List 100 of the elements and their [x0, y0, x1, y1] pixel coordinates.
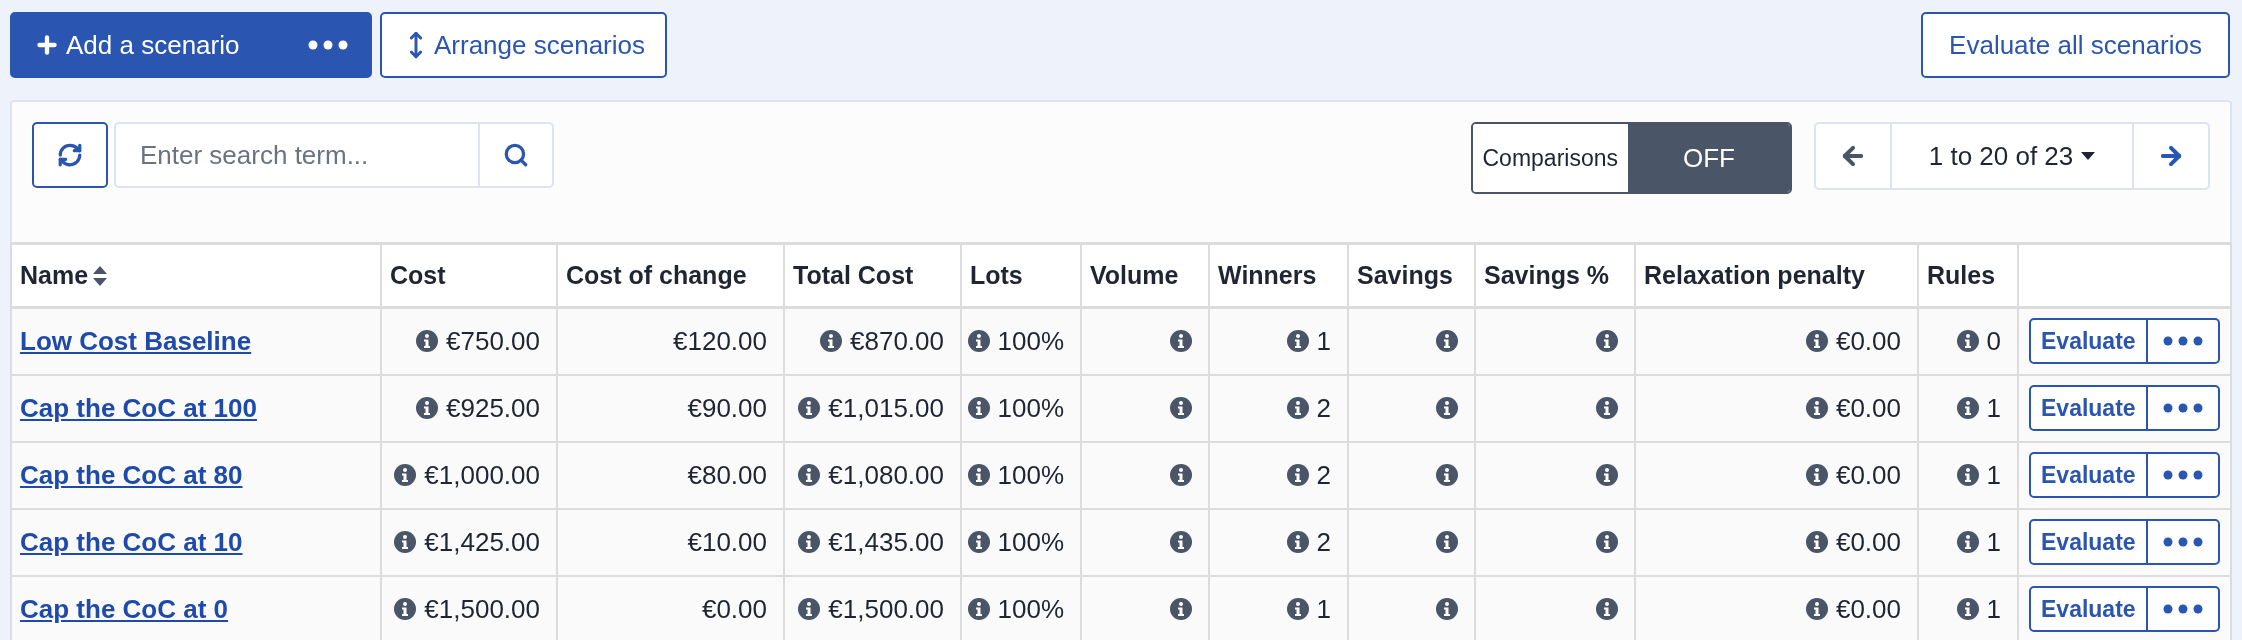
cell-value: €0.00 [701, 592, 767, 626]
info-icon[interactable] [1286, 531, 1309, 553]
more-dots-icon [2162, 537, 2203, 547]
info-icon[interactable] [1805, 330, 1828, 353]
info-icon[interactable] [1436, 598, 1458, 620]
cell-value: €0.00 [1835, 592, 1901, 626]
cell-value: €0.00 [1835, 458, 1901, 492]
search-button[interactable] [480, 122, 554, 188]
scenario-name-link[interactable]: Cap the CoC at 0 [20, 593, 229, 624]
info-icon[interactable] [967, 330, 990, 353]
cell-value: €870.00 [850, 324, 944, 358]
column-header: Cost of change [557, 243, 784, 308]
more-dots-icon [308, 40, 348, 50]
cell-value: 100% [997, 525, 1064, 559]
info-icon[interactable] [1286, 330, 1309, 353]
comparisons-state: OFF [1628, 124, 1790, 192]
info-icon[interactable] [1596, 598, 1618, 620]
cell-value: 100% [997, 458, 1064, 492]
info-icon[interactable] [1286, 464, 1309, 486]
search-icon [503, 142, 529, 168]
info-icon[interactable] [1596, 464, 1618, 486]
cell-value: €1,015.00 [828, 391, 944, 425]
info-icon[interactable] [967, 598, 990, 620]
info-icon[interactable] [1956, 464, 1979, 486]
comparisons-toggle[interactable]: Comparisons OFF [1470, 122, 1792, 194]
cell-value: 0 [1986, 324, 2001, 358]
info-icon[interactable] [1805, 598, 1828, 620]
cell-value: €750.00 [446, 324, 540, 358]
cell-value: €1,080.00 [828, 458, 944, 492]
info-icon[interactable] [1805, 531, 1828, 553]
cell-value: 100% [997, 592, 1064, 626]
info-icon[interactable] [1170, 464, 1192, 486]
column-header: Relaxation penalty [1635, 243, 1918, 308]
info-icon[interactable] [1286, 598, 1309, 620]
info-icon[interactable] [394, 531, 417, 553]
arrange-scenarios-button[interactable]: Arrange scenarios [380, 12, 667, 78]
scenario-name-link[interactable]: Cap the CoC at 100 [20, 392, 257, 423]
info-icon[interactable] [1436, 397, 1458, 419]
info-icon[interactable] [1596, 397, 1618, 419]
sort-icon[interactable] [92, 264, 109, 287]
cell-value: €1,425.00 [424, 525, 540, 559]
search-field[interactable]: Enter search term... [114, 122, 480, 188]
info-icon[interactable] [820, 330, 842, 353]
info-icon[interactable] [394, 464, 417, 486]
cell-value: €1,000.00 [424, 458, 540, 492]
info-icon[interactable] [1170, 397, 1192, 419]
info-icon[interactable] [967, 531, 990, 553]
more-dots-icon [2162, 604, 2203, 614]
scenario-name-link[interactable]: Cap the CoC at 10 [20, 526, 243, 557]
cell-value: €0.00 [1835, 391, 1901, 425]
info-icon[interactable] [798, 531, 821, 553]
refresh-button[interactable] [32, 122, 108, 188]
info-icon[interactable] [1436, 464, 1458, 486]
info-icon[interactable] [416, 397, 438, 419]
cell-value: €1,435.00 [828, 525, 944, 559]
cell-value: 100% [997, 391, 1064, 425]
info-icon[interactable] [1596, 330, 1618, 353]
cell-value: 2 [1316, 458, 1331, 492]
info-icon[interactable] [798, 464, 821, 486]
scenario-name-link[interactable]: Cap the CoC at 80 [20, 459, 243, 490]
info-icon[interactable] [1805, 397, 1828, 419]
info-icon[interactable] [967, 464, 990, 486]
cell-value: 2 [1316, 525, 1331, 559]
info-icon[interactable] [798, 598, 821, 620]
info-icon[interactable] [1170, 330, 1192, 353]
info-icon[interactable] [1170, 531, 1192, 553]
cell-value: 1 [1316, 592, 1331, 626]
info-icon[interactable] [1436, 330, 1458, 353]
cell-value: €10.00 [687, 525, 767, 559]
column-header: Lots [961, 243, 1081, 308]
info-icon[interactable] [1956, 598, 1979, 620]
cell-value: 1 [1986, 525, 2001, 559]
info-icon[interactable] [967, 397, 990, 419]
evaluate-all-button[interactable]: Evaluate all scenarios [1921, 12, 2230, 78]
cell-value: 1 [1986, 391, 2001, 425]
cell-value: 1 [1316, 324, 1331, 358]
scenario-name-link[interactable]: Low Cost Baseline [20, 325, 252, 356]
info-icon[interactable] [1805, 464, 1828, 486]
info-icon[interactable] [1436, 531, 1458, 553]
info-icon[interactable] [1956, 531, 1979, 553]
add-scenario-button[interactable]: Add a scenario [10, 12, 372, 78]
cell-value: €925.00 [446, 391, 540, 425]
info-icon[interactable] [1956, 330, 1979, 353]
info-icon[interactable] [1170, 598, 1192, 620]
cell-value: €1,500.00 [828, 592, 944, 626]
cell-value: 1 [1986, 592, 2001, 626]
cell-value: €80.00 [687, 458, 767, 492]
column-header[interactable]: Name [11, 243, 381, 308]
cell-value: €90.00 [687, 391, 767, 425]
column-header: Volume [1081, 243, 1209, 308]
cell-value: 2 [1316, 391, 1331, 425]
info-icon[interactable] [416, 330, 438, 353]
info-icon[interactable] [394, 598, 417, 620]
info-icon[interactable] [1956, 397, 1979, 419]
info-icon[interactable] [1286, 397, 1309, 419]
more-dots-icon [2162, 336, 2203, 347]
column-header: Savings [1348, 243, 1475, 308]
info-icon[interactable] [1596, 531, 1618, 553]
info-icon[interactable] [798, 397, 821, 419]
refresh-icon [57, 142, 83, 168]
